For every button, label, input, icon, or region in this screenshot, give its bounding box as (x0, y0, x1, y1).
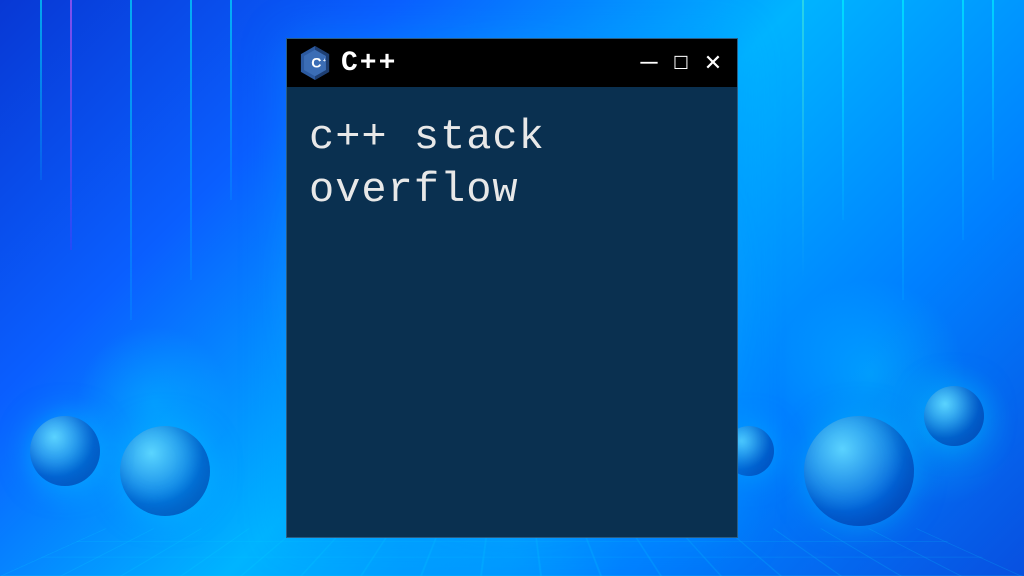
terminal-window: C + + C++ ─ ☐ ✕ c++ stack overflow (286, 38, 738, 538)
terminal-content: c++ stack overflow (287, 87, 737, 240)
cpp-logo-icon: C + + (299, 45, 331, 81)
window-controls: ─ ☐ ✕ (637, 51, 725, 75)
maximize-button[interactable]: ☐ (669, 54, 693, 72)
svg-text:+: + (318, 58, 321, 64)
sphere-decoration (120, 426, 210, 516)
sphere-decoration (924, 386, 984, 446)
sphere-decoration (804, 416, 914, 526)
close-button[interactable]: ✕ (701, 52, 725, 74)
titlebar[interactable]: C + + C++ ─ ☐ ✕ (287, 39, 737, 87)
svg-text:+: + (323, 58, 326, 64)
window-title: C++ (341, 48, 627, 79)
minimize-button[interactable]: ─ (637, 51, 661, 75)
sphere-decoration (30, 416, 100, 486)
